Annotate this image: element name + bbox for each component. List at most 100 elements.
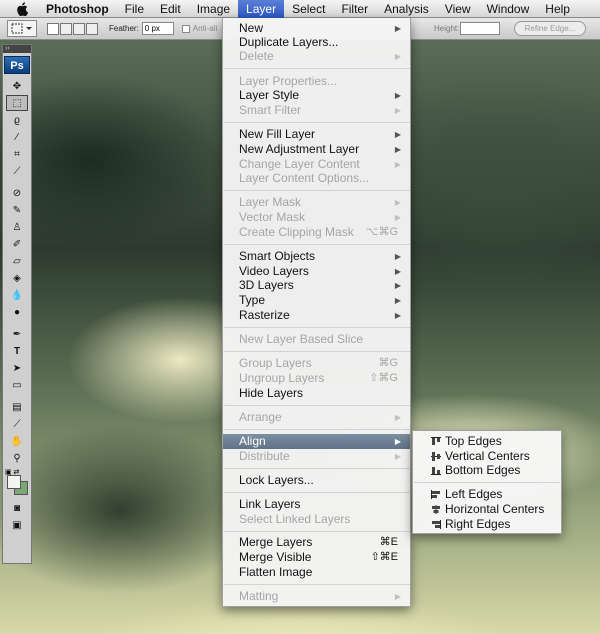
menu-separator <box>224 190 410 191</box>
layer-menu-lock-layers[interactable]: Lock Layers... <box>223 473 410 488</box>
align-vertical-centers-label: Vertical Centers <box>445 449 530 463</box>
layer-menu-align[interactable]: Align ▶ <box>223 434 410 449</box>
shortcut-label: ⌘E <box>379 536 398 548</box>
menu-analysis[interactable]: Analysis <box>376 0 437 18</box>
crop-tool-icon[interactable]: ⌗ <box>6 146 28 162</box>
layer-menu-distribute-label: Distribute <box>239 449 290 463</box>
marquee-tool-icon[interactable]: ⬚ <box>6 95 28 111</box>
align-vertical-centers[interactable]: Vertical Centers <box>413 449 561 464</box>
layer-menu-3d-layers[interactable]: 3D Layers ▶ <box>223 278 410 293</box>
foreground-color-swatch[interactable] <box>7 475 21 489</box>
layer-menu-create-clipping-mask-label: Create Clipping Mask <box>239 225 354 239</box>
antialias-checkbox[interactable]: Anti-ali <box>181 24 217 33</box>
align-right-edges[interactable]: Right Edges <box>413 517 561 532</box>
layer-menu-new[interactable]: New ▶ <box>223 21 410 36</box>
screen-mode-icon[interactable]: ▣ <box>6 517 28 533</box>
menu-image[interactable]: Image <box>189 0 238 18</box>
new-selection-icon[interactable] <box>47 22 59 35</box>
layer-menu-type[interactable]: Type ▶ <box>223 293 410 308</box>
align-left-edges[interactable]: Left Edges <box>413 487 561 502</box>
magic-wand-tool-icon[interactable]: ⁄ <box>6 129 28 145</box>
menu-window[interactable]: Window <box>479 0 538 18</box>
brush-tool-icon[interactable]: ✎ <box>6 202 28 218</box>
eraser-tool-icon[interactable]: ▱ <box>6 253 28 269</box>
layer-menu-matting: Matting ▶ <box>223 589 410 604</box>
paint-bucket-tool-icon[interactable]: ◈ <box>6 270 28 286</box>
layer-menu-merge-layers[interactable]: Merge Layers ⌘E <box>223 535 410 550</box>
tool-preset-picker[interactable] <box>7 20 37 37</box>
intersect-selection-icon[interactable] <box>86 22 98 35</box>
align-vertical-centers-icon <box>431 452 441 461</box>
menu-separator <box>224 351 410 352</box>
layer-menu-duplicate[interactable]: Duplicate Layers... <box>223 35 410 50</box>
apple-icon[interactable] <box>14 1 30 17</box>
feather-input[interactable] <box>141 22 174 35</box>
layer-menu-vector-mask-label: Vector Mask <box>239 210 306 224</box>
submenu-arrow-icon: ▶ <box>394 311 401 320</box>
selection-mode-group <box>47 22 99 35</box>
healing-brush-tool-icon[interactable]: ⊘ <box>6 185 28 201</box>
clone-stamp-tool-icon[interactable]: ♙ <box>6 219 28 235</box>
notes-tool-icon[interactable]: ▤ <box>6 399 28 415</box>
layer-menu-new-layer-based-slice: New Layer Based Slice <box>239 332 364 346</box>
menu-edit[interactable]: Edit <box>152 0 189 18</box>
layer-menu-new-label: New <box>239 21 264 35</box>
submenu-arrow-icon: ▶ <box>394 24 401 33</box>
layer-menu-merge-visible[interactable]: Merge Visible ⇧⌘E <box>223 550 410 565</box>
align-bottom-edges-icon <box>431 467 441 475</box>
layer-menu-new-fill-layer-label: New Fill Layer <box>239 127 316 141</box>
history-brush-tool-icon[interactable]: ✐ <box>6 236 28 252</box>
layer-menu-select-linked-layers: Select Linked Layers <box>239 512 351 526</box>
menu-photoshop[interactable]: Photoshop <box>38 0 117 18</box>
path-selection-tool-icon[interactable]: ➤ <box>6 360 28 376</box>
layer-menu-delete-label: Delete <box>239 49 274 63</box>
layer-menu-layer-style[interactable]: Layer Style ▶ <box>223 88 410 103</box>
eyedropper-tool-icon[interactable]: ⟋ <box>6 163 28 179</box>
layer-menu-smart-filter-label: Smart Filter <box>239 103 302 117</box>
layer-menu-change-layer-content: Change Layer Content ▶ <box>223 157 410 172</box>
blur-tool-icon[interactable]: 💧 <box>6 287 28 303</box>
rectangle-tool-icon[interactable]: ▭ <box>6 377 28 393</box>
antialias-checkbox-box[interactable] <box>181 24 190 33</box>
pen-tool-icon[interactable]: ✒ <box>6 326 28 342</box>
layer-menu-link-layers[interactable]: Link Layers <box>223 497 410 512</box>
menu-help[interactable]: Help <box>537 0 578 18</box>
color-sampler-tool-icon[interactable]: ⟋ <box>6 416 28 432</box>
quick-mask-icon[interactable]: ◙ <box>6 500 28 516</box>
dodge-tool-icon[interactable]: ● <box>6 304 28 320</box>
hand-tool-icon[interactable]: ✋ <box>6 433 28 449</box>
align-horizontal-centers[interactable]: Horizontal Centers <box>413 502 561 517</box>
submenu-arrow-icon: ▶ <box>394 213 401 222</box>
align-bottom-edges-label: Bottom Edges <box>445 463 521 477</box>
layer-menu-rasterize[interactable]: Rasterize ▶ <box>223 308 410 323</box>
height-input[interactable] <box>460 22 500 35</box>
lasso-tool-icon[interactable]: ϱ <box>6 112 28 128</box>
layer-menu-matting-label: Matting <box>239 589 279 603</box>
submenu-arrow-icon: ▶ <box>394 281 401 290</box>
tools-panel-grip[interactable]: ›› <box>3 45 31 53</box>
menu-select[interactable]: Select <box>284 0 333 18</box>
move-tool-icon[interactable]: ✥ <box>6 78 28 94</box>
menu-layer[interactable]: Layer <box>238 0 285 18</box>
submenu-arrow-icon: ▶ <box>394 52 401 61</box>
menu-view[interactable]: View <box>437 0 479 18</box>
align-top-edges[interactable]: Top Edges <box>413 434 561 449</box>
type-tool-icon[interactable]: T <box>6 343 28 359</box>
menu-separator <box>224 68 410 69</box>
subtract-from-selection-icon[interactable] <box>73 22 85 35</box>
add-to-selection-icon[interactable] <box>60 22 72 35</box>
layer-menu-video-layers[interactable]: Video Layers ▶ <box>223 264 410 279</box>
layer-menu-distribute: Distribute ▶ <box>223 449 410 464</box>
layer-menu-flatten-image[interactable]: Flatten Image <box>223 565 410 580</box>
menu-filter[interactable]: Filter <box>333 0 376 18</box>
menu-file[interactable]: File <box>117 0 152 18</box>
layer-menu-hide-layers[interactable]: Hide Layers <box>223 386 410 401</box>
layer-menu-smart-objects[interactable]: Smart Objects ▶ <box>223 249 410 264</box>
zoom-tool-icon[interactable]: ⚲ <box>6 450 28 466</box>
refine-edge-button[interactable]: Refine Edge... <box>514 21 586 36</box>
layer-menu-new-adjustment-layer[interactable]: New Adjustment Layer ▶ <box>223 142 410 157</box>
submenu-arrow-icon: ▶ <box>394 296 401 305</box>
shortcut-label: ⇧⌘G <box>369 372 398 384</box>
layer-menu-new-fill-layer[interactable]: New Fill Layer ▶ <box>223 127 410 142</box>
align-bottom-edges[interactable]: Bottom Edges <box>413 463 561 478</box>
